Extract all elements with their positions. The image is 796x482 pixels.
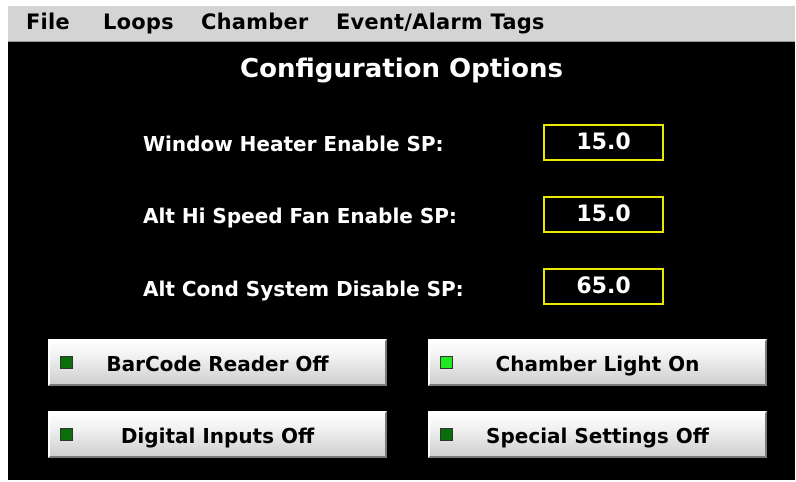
menu-event-alarm-tags[interactable]: Event/Alarm Tags bbox=[336, 10, 545, 34]
alt-cond-system-disable-label: Alt Cond System Disable SP: bbox=[143, 277, 464, 301]
menu-bar: File Loops Chamber Event/Alarm Tags bbox=[8, 6, 795, 42]
barcode-reader-button[interactable]: BarCode Reader Off bbox=[48, 339, 387, 386]
alt-cond-system-disable-value[interactable]: 65.0 bbox=[543, 268, 664, 305]
chamber-light-button[interactable]: Chamber Light On bbox=[428, 339, 767, 386]
digital-inputs-button[interactable]: Digital Inputs Off bbox=[48, 411, 387, 458]
app-window: File Loops Chamber Event/Alarm Tags Conf… bbox=[0, 0, 796, 482]
digital-inputs-button-label: Digital Inputs Off bbox=[120, 424, 315, 448]
window-heater-enable-label: Window Heater Enable SP: bbox=[143, 132, 444, 156]
special-settings-button[interactable]: Special Settings Off bbox=[428, 411, 767, 458]
chamber-light-button-label: Chamber Light On bbox=[495, 352, 700, 376]
menu-file[interactable]: File bbox=[26, 10, 70, 34]
special-settings-button-label: Special Settings Off bbox=[486, 424, 709, 448]
window-heater-enable-value[interactable]: 15.0 bbox=[543, 124, 664, 161]
alt-hi-speed-fan-enable-value[interactable]: 15.0 bbox=[543, 196, 664, 233]
page-title: Configuration Options bbox=[240, 54, 563, 84]
menu-loops[interactable]: Loops bbox=[103, 10, 174, 34]
alt-hi-speed-fan-enable-label: Alt Hi Speed Fan Enable SP: bbox=[143, 204, 457, 228]
barcode-reader-button-label: BarCode Reader Off bbox=[106, 352, 329, 376]
menu-chamber[interactable]: Chamber bbox=[201, 10, 308, 34]
configuration-panel: Configuration Options Window Heater Enab… bbox=[8, 42, 795, 480]
